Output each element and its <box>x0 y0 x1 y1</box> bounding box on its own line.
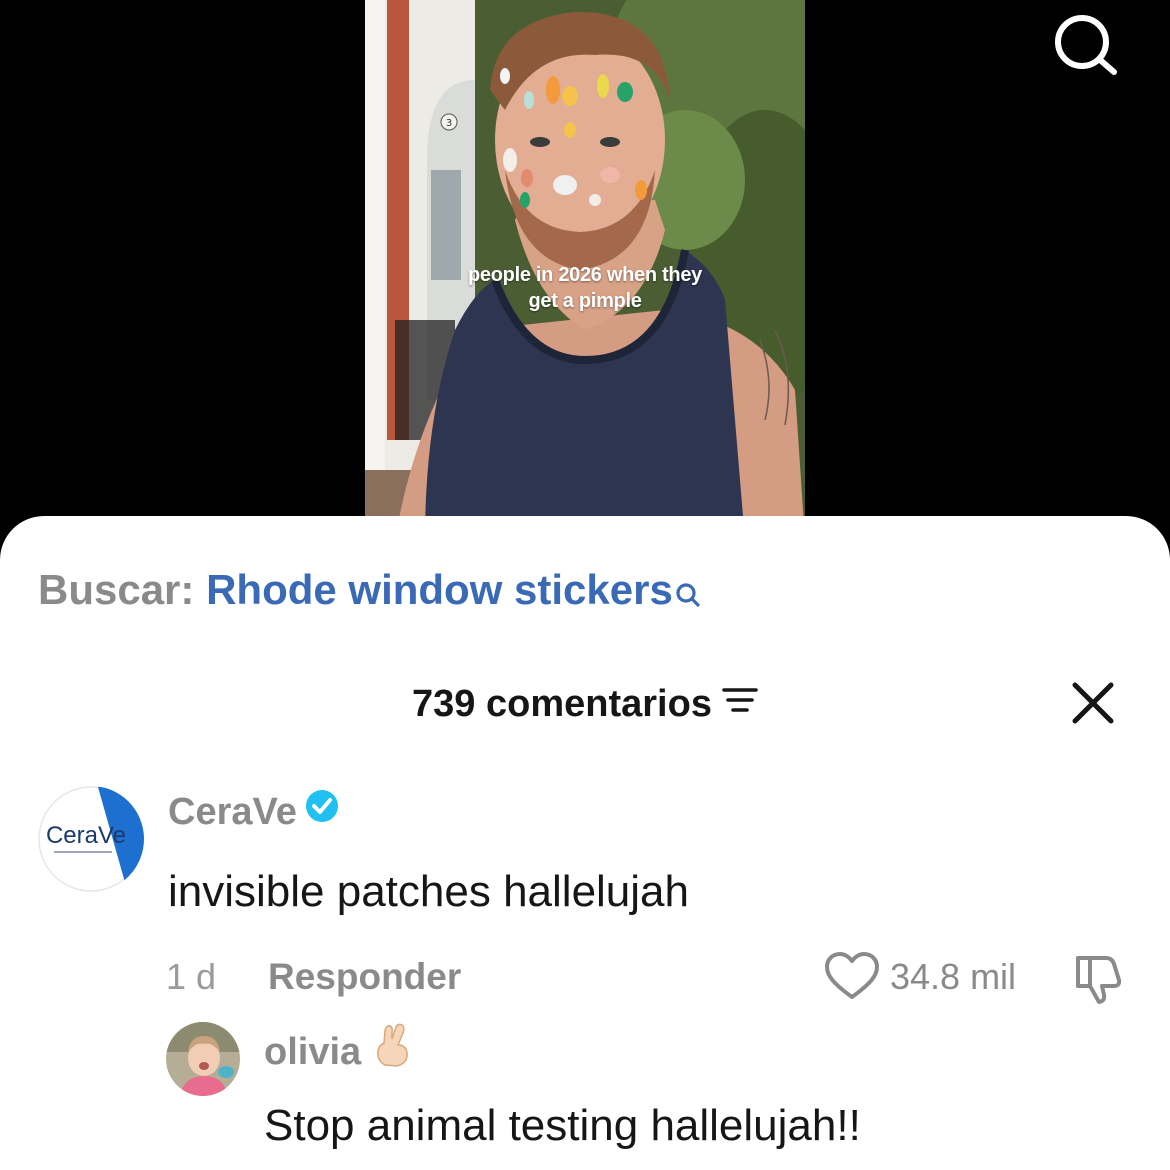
close-icon <box>1072 682 1114 724</box>
dislike-button[interactable] <box>1070 950 1126 1006</box>
video-caption: people in 2026 when they get a pimple <box>468 264 702 312</box>
reply-button[interactable]: Responder <box>268 956 461 998</box>
comments-count-wrap: 739 comentarios <box>0 682 1170 726</box>
close-comments-button[interactable] <box>1068 678 1118 728</box>
like-count: 34.8 mil <box>890 956 1017 997</box>
avatar-brand-text: CeraVe <box>46 822 126 849</box>
comments-sheet: Buscar: Rhode window stickers 739 coment… <box>0 516 1170 1170</box>
search-icon <box>1055 15 1117 75</box>
search-suggestion[interactable]: Buscar: Rhode window stickers <box>38 564 701 620</box>
screen: 3 people in 2026 when they get a pimple … <box>0 0 1170 1170</box>
thumbs-down-icon <box>1076 956 1122 1004</box>
sort-icon[interactable] <box>722 681 758 725</box>
comments-header: 739 comentarios <box>0 676 1170 732</box>
comment-username[interactable]: olivia <box>264 1023 411 1077</box>
video-player[interactable]: 3 people in 2026 when they get a pimple <box>365 0 805 540</box>
verified-badge-icon <box>305 789 339 833</box>
top-search-button[interactable] <box>1048 10 1124 80</box>
crossed-fingers-emoji-icon <box>375 1023 411 1077</box>
username-text: CeraVe <box>168 791 297 833</box>
comment-text: invisible patches hallelujah <box>168 867 689 916</box>
comment-count: 739 comentarios <box>412 683 712 725</box>
comment-item: CeraVe CeraVe invisible patches halleluj… <box>0 782 1170 1004</box>
door-number: 3 <box>446 118 452 129</box>
avatar[interactable]: CeraVe <box>38 786 144 892</box>
comment-time: 1 d <box>166 956 217 997</box>
like-button[interactable]: 34.8 mil <box>824 952 1044 1002</box>
username-text: olivia <box>264 1031 362 1073</box>
comment-username[interactable]: CeraVe <box>168 789 339 834</box>
reply-item: olivia Stop animal testing hallelujah!! <box>0 1022 1170 1162</box>
avatar[interactable] <box>166 1022 240 1096</box>
search-icon <box>675 568 701 620</box>
search-suggestion-prefix: Buscar: <box>38 566 195 613</box>
search-suggestion-query[interactable]: Rhode window stickers <box>206 566 673 613</box>
comment-text: Stop animal testing hallelujah!! <box>264 1101 861 1150</box>
heart-icon <box>825 952 879 999</box>
